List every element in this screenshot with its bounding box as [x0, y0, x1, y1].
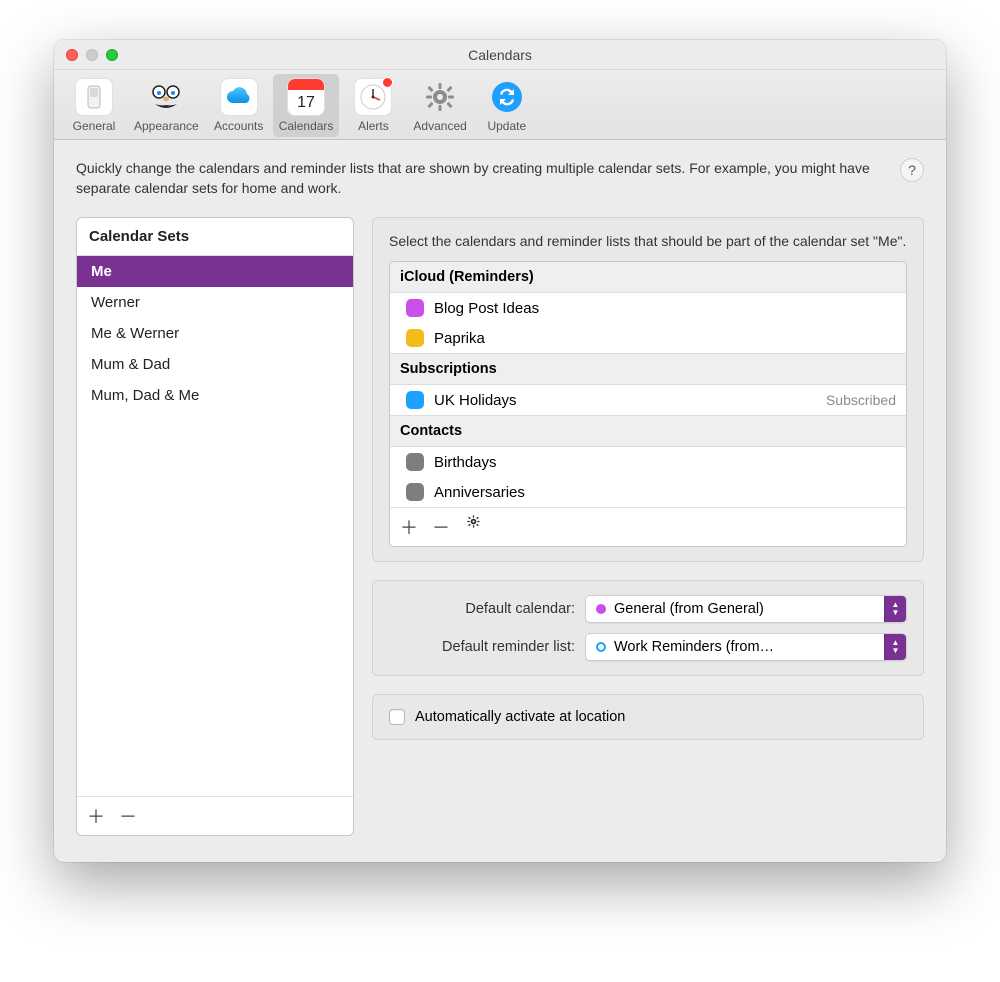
calendar-group-header: Contacts — [390, 415, 906, 447]
calendar-set-item[interactable]: Me & Werner — [77, 318, 353, 349]
calendar-group-header: Subscriptions — [390, 353, 906, 385]
tab-calendars[interactable]: 17 Calendars — [273, 74, 340, 137]
tab-label: General — [73, 119, 116, 133]
add-calendar-button[interactable]: ＋ — [400, 514, 418, 540]
fullscreen-window-button[interactable] — [106, 49, 118, 61]
calendar-set-item[interactable]: Werner — [77, 287, 353, 318]
calendar-row[interactable]: Anniversaries — [390, 477, 906, 507]
tab-general[interactable]: General — [62, 74, 126, 137]
tab-label: Accounts — [214, 119, 263, 133]
auto-activate-box: Automatically activate at location — [372, 694, 924, 740]
calendars-list: iCloud (Reminders) Blog Post Ideas Papri… — [389, 261, 907, 547]
tab-label: Calendars — [279, 119, 334, 133]
clock-icon — [354, 78, 392, 116]
calendar-sets-panel: Calendar Sets Me Werner Me & Werner Mum … — [76, 217, 354, 836]
color-swatch — [406, 329, 424, 347]
toolbar: General Appearance Accounts 17 Calendars — [54, 70, 946, 140]
calendar-set-item[interactable]: Mum, Dad & Me — [77, 380, 353, 411]
default-reminder-label: Default reminder list: — [389, 639, 575, 655]
titlebar: Calendars — [54, 40, 946, 70]
calendar-row[interactable]: UK Holidays Subscribed — [390, 385, 906, 415]
default-calendar-label: Default calendar: — [389, 601, 575, 617]
close-window-button[interactable] — [66, 49, 78, 61]
color-swatch — [406, 391, 424, 409]
remove-set-button[interactable]: － — [119, 803, 137, 829]
stepper-icon: ▲▼ — [884, 596, 906, 622]
color-swatch — [406, 299, 424, 317]
calendar-group-header: iCloud (Reminders) — [390, 262, 906, 293]
preferences-window: Calendars General Appearance Accounts 17 — [54, 40, 946, 862]
add-set-button[interactable]: ＋ — [87, 803, 105, 829]
calendars-box: Select the calendars and reminder lists … — [372, 217, 924, 563]
default-reminder-select[interactable]: Work Reminders (from… ▲▼ — [585, 633, 907, 661]
calendar-row[interactable]: Birthdays — [390, 447, 906, 477]
traffic-lights — [66, 49, 118, 61]
calendar-set-item[interactable]: Me — [77, 256, 353, 287]
tab-label: Appearance — [134, 119, 199, 133]
color-dot-icon — [596, 604, 606, 614]
tab-accounts[interactable]: Accounts — [207, 74, 271, 137]
options-button[interactable] — [464, 514, 482, 540]
calendar-badge: Subscribed — [826, 392, 896, 408]
color-swatch — [406, 483, 424, 501]
tab-label: Advanced — [413, 119, 466, 133]
remove-calendar-button[interactable]: － — [432, 514, 450, 540]
tab-label: Update — [487, 119, 526, 133]
gear-icon — [421, 78, 459, 116]
tab-update[interactable]: Update — [475, 74, 539, 137]
select-value: Work Reminders (from… — [614, 639, 884, 655]
calendar-name: Blog Post Ideas — [434, 300, 896, 317]
gear-icon — [466, 514, 481, 529]
auto-activate-label: Automatically activate at location — [415, 709, 625, 725]
defaults-box: Default calendar: General (from General)… — [372, 580, 924, 676]
calendar-name: Anniversaries — [434, 484, 896, 501]
calendar-row[interactable]: Blog Post Ideas — [390, 293, 906, 323]
calendar-name: Birthdays — [434, 454, 896, 471]
switch-icon — [75, 78, 113, 116]
calendar-row[interactable]: Paprika — [390, 323, 906, 353]
calendar-icon: 17 — [287, 78, 325, 116]
disguise-icon — [147, 78, 185, 116]
minimize-window-button[interactable] — [86, 49, 98, 61]
auto-activate-checkbox[interactable] — [389, 709, 405, 725]
tab-appearance[interactable]: Appearance — [128, 74, 205, 137]
calendar-sets-list: Me Werner Me & Werner Mum & Dad Mum, Dad… — [77, 256, 353, 796]
description-text: Quickly change the calendars and reminde… — [76, 158, 884, 199]
stepper-icon: ▲▼ — [884, 634, 906, 660]
tab-alerts[interactable]: Alerts — [341, 74, 405, 137]
window-title: Calendars — [54, 47, 946, 63]
select-value: General (from General) — [614, 601, 884, 617]
calendar-day: 17 — [297, 90, 315, 115]
content-area: Quickly change the calendars and reminde… — [54, 140, 946, 862]
tab-advanced[interactable]: Advanced — [407, 74, 472, 137]
calendars-hint: Select the calendars and reminder lists … — [389, 232, 907, 252]
calendar-set-item[interactable]: Mum & Dad — [77, 349, 353, 380]
help-button[interactable]: ? — [900, 158, 924, 182]
calendar-name: Paprika — [434, 330, 896, 347]
default-calendar-select[interactable]: General (from General) ▲▼ — [585, 595, 907, 623]
calendar-sets-header: Calendar Sets — [77, 218, 353, 256]
calendar-name: UK Holidays — [434, 392, 816, 409]
tab-label: Alerts — [358, 119, 389, 133]
cloud-icon — [220, 78, 258, 116]
ring-icon — [596, 642, 606, 652]
color-swatch — [406, 453, 424, 471]
refresh-icon — [488, 78, 526, 116]
